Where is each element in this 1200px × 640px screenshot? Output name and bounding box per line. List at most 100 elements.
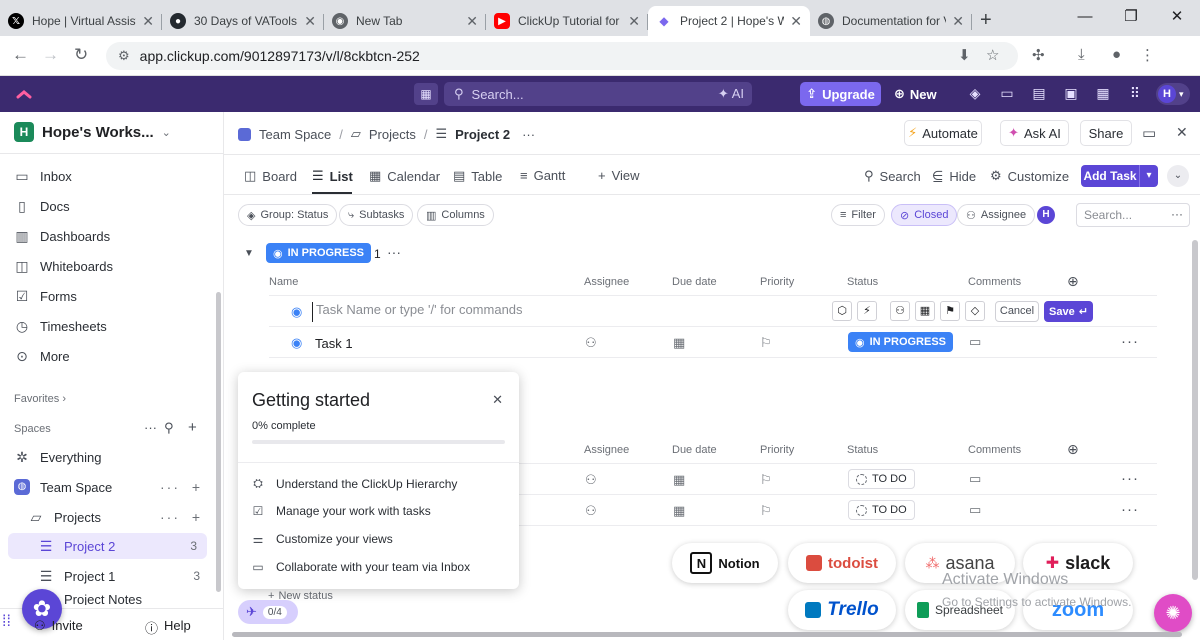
automate-button[interactable]: ⚡ Automate <box>904 120 982 146</box>
checklist-item[interactable]: ⛭ Understand the ClickUp Hierarchy <box>252 476 457 491</box>
more-options-icon[interactable]: ··· <box>1121 333 1139 350</box>
status-circle-icon[interactable]: ◉ <box>291 304 302 320</box>
assignee-chip[interactable]: ⚇ Assignee <box>957 204 1036 226</box>
calendar-icon[interactable]: ▦ <box>414 83 438 105</box>
close-icon[interactable]: ✕ <box>142 13 154 30</box>
more-options-icon[interactable]: ··· <box>1171 207 1183 221</box>
collapse-group-icon[interactable]: ▼ <box>244 248 254 259</box>
checklist-item[interactable]: ▭ Collaborate with your team via Inbox <box>252 560 470 574</box>
save-button[interactable]: Save ↵ <box>1044 301 1093 322</box>
url-bar[interactable]: ⚙ app.clickup.com/9012897173/v/l/8ckbtcn… <box>106 42 1018 70</box>
checklist-item[interactable]: ☑ Manage your work with tasks <box>252 504 431 518</box>
task-status-dropdown[interactable]: TO DO <box>848 469 915 489</box>
assignee-icon[interactable]: ⚇ <box>890 301 910 321</box>
task-name[interactable]: Task 1 <box>315 336 353 351</box>
task-status-dropdown[interactable]: ◉ IN PROGRESS <box>848 332 954 352</box>
reload-icon[interactable]: ↻ <box>74 45 88 65</box>
more-options-icon[interactable]: ··· <box>522 127 535 142</box>
clickup-logo-icon[interactable] <box>14 84 34 104</box>
group-in-progress-header[interactable]: ◉ IN PROGRESS <box>266 243 372 263</box>
sidebar-item-projects-folder[interactable]: ▱ Projects ··· + <box>28 504 210 530</box>
column-header-due-date[interactable]: Due date <box>672 276 717 288</box>
back-icon[interactable]: ← <box>12 45 29 65</box>
task-status-dropdown[interactable]: TO DO <box>848 500 915 520</box>
add-icon[interactable]: + <box>192 479 202 495</box>
profile-icon[interactable]: ● <box>1112 46 1121 63</box>
column-header-assignee[interactable]: Assignee <box>584 276 629 288</box>
new-button[interactable]: ⊕ New <box>894 82 937 106</box>
tab-calendar[interactable]: ▦ Calendar <box>369 168 440 184</box>
close-icon[interactable]: ✕ <box>952 13 964 30</box>
share-button[interactable]: Share <box>1080 120 1132 146</box>
task-search-input[interactable]: Search... ··· <box>1076 203 1190 227</box>
filter-chip[interactable]: ≡ Filter <box>831 204 885 226</box>
ai-button[interactable]: ✦ AI <box>718 86 744 102</box>
whiteboard-icon[interactable]: ▣ <box>1062 85 1080 102</box>
group-by-chip[interactable]: ◈ Group: Status <box>238 204 338 226</box>
ai-brain-icon[interactable]: ◈ <box>966 85 984 102</box>
sidebar-item-whiteboards[interactable]: ◫ Whiteboards <box>14 253 210 279</box>
column-header-status[interactable]: Status <box>847 276 878 288</box>
add-space-icon[interactable]: + <box>188 419 197 436</box>
more-options-icon[interactable]: ··· <box>160 509 180 525</box>
getting-started-launcher[interactable]: ✈ 0/4 <box>238 600 298 624</box>
new-tab-icon[interactable]: + <box>980 6 992 36</box>
user-menu[interactable]: H ▾ <box>1156 83 1190 105</box>
browser-tab-active[interactable]: ◆ Project 2 | Hope's Wo ✕ <box>648 6 810 36</box>
priority-flag-icon[interactable]: ⚐ <box>760 503 772 519</box>
column-header-priority[interactable]: Priority <box>760 276 794 288</box>
add-task-button[interactable]: Add Task ▾ <box>1081 165 1158 187</box>
close-icon[interactable]: ✕ <box>304 13 316 30</box>
tab-table[interactable]: ▤ Table <box>453 168 502 184</box>
close-icon[interactable]: ✕ <box>790 13 802 30</box>
search-icon[interactable]: ⚲ <box>164 420 174 436</box>
search-tasks-button[interactable]: ⚲ Search <box>864 168 921 184</box>
close-icon[interactable]: ✕ <box>1176 124 1188 141</box>
breadcrumb-space[interactable]: Team Space <box>259 127 331 142</box>
floating-help-button[interactable]: ✺ <box>1154 594 1192 632</box>
browser-tab[interactable]: ◉ New Tab ✕ <box>324 6 486 36</box>
tag-icon[interactable]: ◇ <box>965 301 985 321</box>
browser-tab[interactable]: ▶ ClickUp Tutorial for B ✕ <box>486 6 648 36</box>
add-column-icon[interactable]: ⊕ <box>1067 441 1079 458</box>
tab-board[interactable]: ◫ Board <box>244 168 297 184</box>
chevron-down-icon[interactable]: ▾ <box>1139 165 1158 187</box>
close-icon[interactable]: ✕ <box>466 13 478 30</box>
drag-handle-icon[interactable]: ⁞⁞ <box>2 613 26 637</box>
new-task-input[interactable]: Task Name or type '/' for commands <box>312 302 822 322</box>
ai-wand-icon[interactable]: ⚡ <box>857 301 877 321</box>
global-search[interactable]: ⚲ Search... ✦ AI <box>444 82 752 106</box>
breadcrumb-list[interactable]: Project 2 <box>455 127 510 142</box>
browser-tab[interactable]: ◍ Documentation for V ✕ <box>810 6 972 36</box>
sidebar-item-docs[interactable]: ▯ Docs <box>14 193 210 219</box>
install-app-icon[interactable]: ⬇ <box>958 46 971 64</box>
browser-menu-icon[interactable]: ⋮ <box>1140 46 1155 64</box>
todoist-logo[interactable]: todoist <box>788 543 896 583</box>
sidebar-item-dashboards[interactable]: ▥ Dashboards <box>14 223 210 249</box>
sidebar-item-more[interactable]: ⊙ More <box>14 343 210 369</box>
more-options-icon[interactable]: ··· <box>1121 470 1139 487</box>
cancel-button[interactable]: Cancel <box>995 301 1039 322</box>
priority-flag-icon[interactable]: ⚐ <box>760 335 772 351</box>
sidebar-item-timesheets[interactable]: ◷ Timesheets <box>14 313 210 339</box>
browser-tab[interactable]: 𝕏 Hope | Virtual Assista ✕ <box>0 6 162 36</box>
sidebar-item-project-2[interactable]: ☰ Project 2 3 <box>8 533 207 559</box>
dashboard-icon[interactable]: ▦ <box>1094 85 1112 102</box>
workspace-switcher[interactable]: H Hope's Works... ⌄ <box>14 122 171 142</box>
doc-icon[interactable]: ▤ <box>1030 85 1048 102</box>
sidebar-item-project-1[interactable]: ☰ Project 1 3 <box>38 563 210 589</box>
add-view-button[interactable]: + View <box>598 168 640 183</box>
avatar[interactable]: H <box>1037 206 1055 224</box>
add-icon[interactable]: + <box>192 509 202 525</box>
column-header-comments[interactable]: Comments <box>968 276 1021 288</box>
forward-icon[interactable]: → <box>42 45 59 65</box>
tab-gantt[interactable]: ≡ Gantt <box>520 168 565 183</box>
main-horizontal-scrollbar[interactable] <box>232 632 1182 637</box>
close-icon[interactable]: ✕ <box>628 13 640 30</box>
apps-grid-icon[interactable]: ⠿ <box>1126 85 1144 102</box>
closed-chip[interactable]: ⊘ Closed <box>891 204 958 226</box>
notion-logo[interactable]: N Notion <box>672 543 778 583</box>
sidebar-scrollbar[interactable] <box>216 292 221 592</box>
collapse-toggle-icon[interactable]: ⌄ <box>1167 165 1189 187</box>
columns-chip[interactable]: ▥ Columns <box>417 204 494 226</box>
